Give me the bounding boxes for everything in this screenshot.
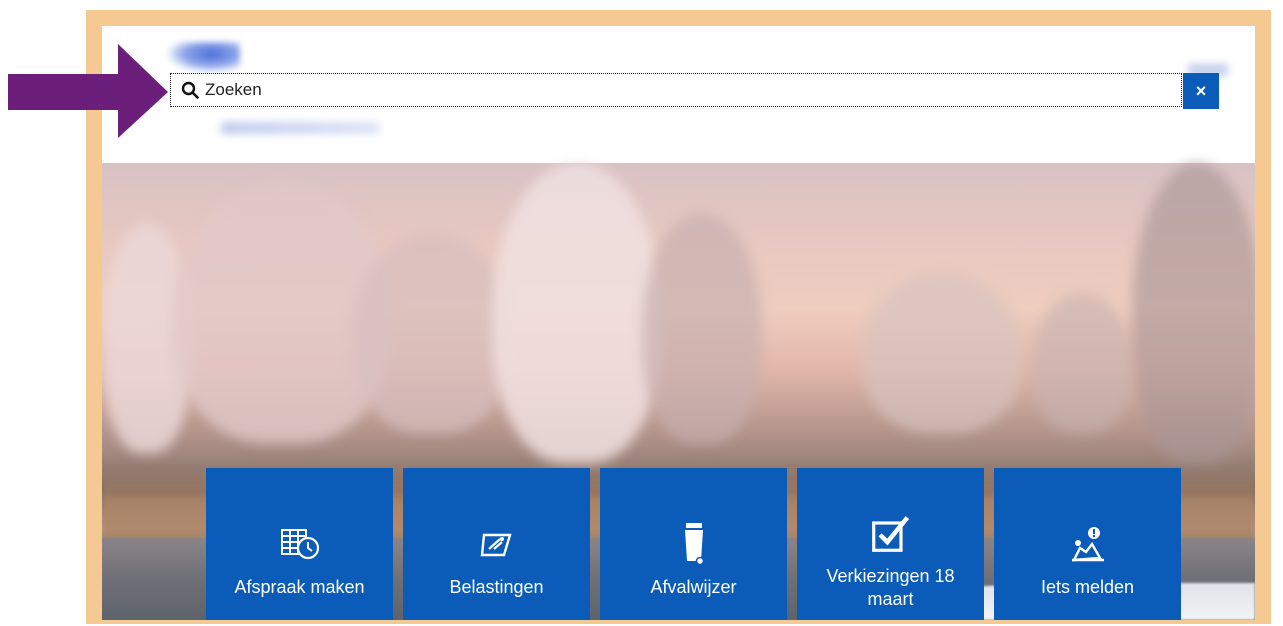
quick-links: Afspraak maken Belastingen Afvalwijzer V…	[206, 468, 1181, 620]
pointer-arrow-icon	[8, 44, 168, 138]
blurred-subtext	[220, 122, 380, 134]
page-viewport: ×	[102, 26, 1255, 620]
tile-label: Iets melden	[1040, 577, 1135, 597]
calendar-clock-icon	[280, 524, 320, 564]
tax-form-icon	[477, 524, 517, 564]
tile-label: Belastingen	[449, 577, 544, 597]
close-icon: ×	[1195, 80, 1207, 101]
site-header: ×	[102, 26, 1255, 163]
tile-afspraak-maken[interactable]: Afspraak maken	[206, 468, 393, 620]
tile-label: Afvalwijzer	[650, 577, 737, 597]
tile-label: Afspraak maken	[234, 577, 365, 597]
site-logo[interactable]	[168, 42, 240, 72]
search-bar[interactable]	[170, 73, 1182, 107]
hero-image: Afspraak maken Belastingen Afvalwijzer V…	[102, 163, 1255, 620]
report-issue-icon	[1068, 524, 1108, 564]
close-search-button[interactable]: ×	[1183, 73, 1219, 109]
search-icon	[179, 79, 201, 101]
tile-belastingen[interactable]: Belastingen	[403, 468, 590, 620]
tile-iets-melden[interactable]: Iets melden	[994, 468, 1181, 620]
tile-verkiezingen[interactable]: Verkiezingen 18 maart	[797, 468, 984, 620]
tile-afvalwijzer[interactable]: Afvalwijzer	[600, 468, 787, 620]
waste-bin-icon	[674, 523, 714, 565]
checkbox-icon	[871, 513, 911, 553]
tile-label: Verkiezingen 18 maart	[826, 565, 955, 609]
search-input[interactable]	[201, 79, 1107, 101]
